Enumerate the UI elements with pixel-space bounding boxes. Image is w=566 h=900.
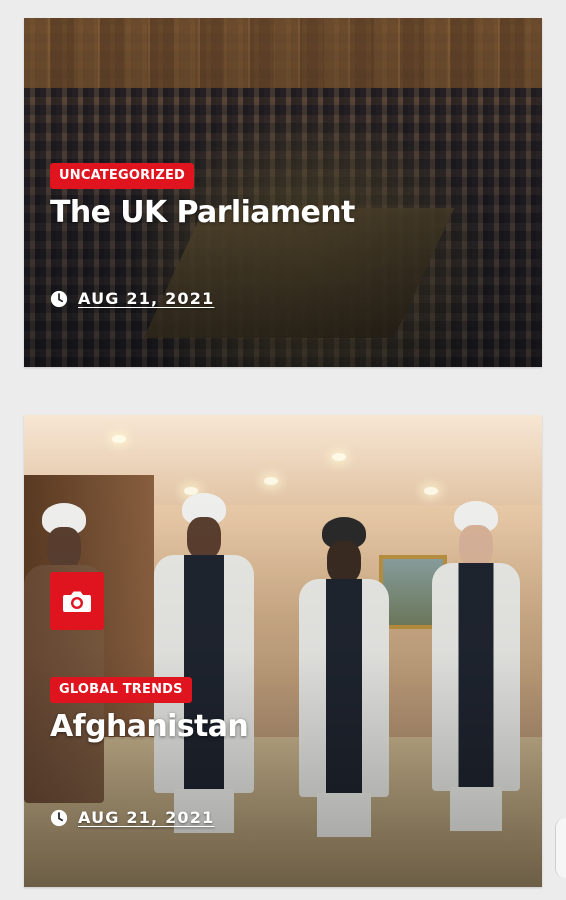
- post-title[interactable]: The UK Parliament: [50, 195, 522, 230]
- category-badge[interactable]: GLOBAL TRENDS: [50, 677, 192, 703]
- category-badge[interactable]: UNCATEGORIZED: [50, 163, 195, 189]
- clock-icon: [50, 290, 68, 307]
- post-meta: AUG 21, 2021: [50, 289, 214, 308]
- post-overlay: GLOBAL TRENDS Afghanistan: [50, 677, 522, 744]
- scroll-to-top-button[interactable]: [555, 818, 566, 878]
- post-date[interactable]: AUG 21, 2021: [78, 289, 214, 308]
- post-card[interactable]: UNCATEGORIZED The UK Parliament AUG 21, …: [24, 18, 542, 367]
- post-overlay: UNCATEGORIZED The UK Parliament: [50, 163, 522, 230]
- post-card[interactable]: GLOBAL TRENDS Afghanistan AUG 21, 2021: [24, 415, 542, 887]
- camera-icon: [63, 591, 91, 612]
- clock-icon: [50, 809, 68, 826]
- post-meta: AUG 21, 2021: [50, 808, 214, 827]
- post-title[interactable]: Afghanistan: [50, 709, 522, 744]
- post-format-badge: [50, 572, 104, 630]
- post-date[interactable]: AUG 21, 2021: [78, 808, 214, 827]
- post-feed: UNCATEGORIZED The UK Parliament AUG 21, …: [0, 0, 566, 900]
